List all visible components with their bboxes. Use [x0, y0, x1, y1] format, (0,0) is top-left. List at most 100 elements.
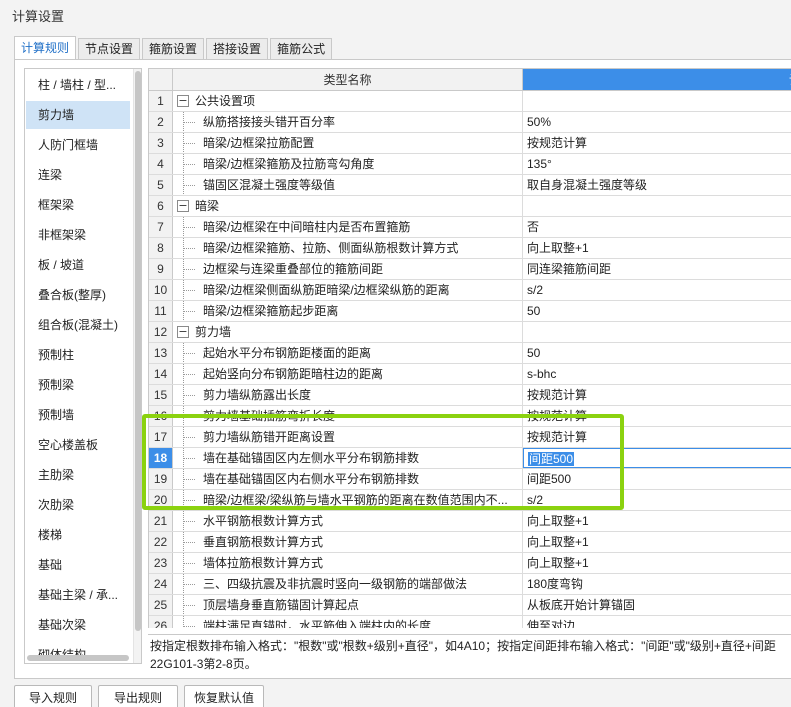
setting-value-cell[interactable]: 向上取整+1 — [523, 532, 791, 552]
row-number[interactable]: 3 — [149, 133, 173, 153]
setting-value-cell[interactable]: 向上取整+1 — [523, 553, 791, 573]
setting-value-cell[interactable]: 50 — [523, 301, 791, 321]
row-number[interactable]: 17 — [149, 427, 173, 447]
row-number[interactable]: 22 — [149, 532, 173, 552]
table-row[interactable]: 14 起始竖向分布钢筋距暗柱边的距离 s-bhc — [149, 364, 791, 385]
table-row[interactable]: 24 三、四级抗震及非抗震时竖向一级钢筋的端部做法 180度弯钩 — [149, 574, 791, 595]
setting-value-cell[interactable] — [523, 196, 791, 216]
value-edit-input[interactable]: 间距500 — [523, 448, 791, 468]
tab-calc-rules[interactable]: 计算规则 — [14, 36, 77, 60]
export-rules-button[interactable]: 导出规则 — [98, 685, 178, 707]
setting-value-cell[interactable]: 间距500 — [523, 469, 791, 489]
table-row[interactable]: 7 暗梁/边框梁在中间暗柱内是否布置箍筋 否 — [149, 217, 791, 238]
sidebar-item-precast-column[interactable]: 预制柱 — [26, 341, 130, 369]
setting-value-cell[interactable]: s/2 — [523, 490, 791, 510]
setting-value-cell[interactable]: 50% — [523, 112, 791, 132]
table-row[interactable]: 18 墙在基础锚固区内左侧水平分布钢筋排数 间距500 — [149, 448, 791, 469]
sidebar-item-foundation-secondary-beam[interactable]: 基础次梁 — [26, 611, 130, 639]
header-setting-value[interactable]: 设 — [523, 69, 791, 91]
sidebar-item-precast-beam[interactable]: 预制梁 — [26, 371, 130, 399]
table-row[interactable]: 1− 公共设置项 — [149, 91, 791, 112]
row-number[interactable]: 23 — [149, 553, 173, 573]
setting-value-cell[interactable]: 向上取整+1 — [523, 511, 791, 531]
setting-value-cell[interactable] — [523, 91, 791, 111]
sidebar-item-civil-defense-door-wall[interactable]: 人防门框墙 — [26, 131, 130, 159]
table-row[interactable]: 5 锚固区混凝土强度等级值 取自身混凝土强度等级 — [149, 175, 791, 196]
tab-stirrup-formula[interactable]: 箍筋公式 — [270, 38, 333, 60]
table-row[interactable]: 16 剪力墙基础插筋弯折长度 按规范计算 — [149, 406, 791, 427]
row-number[interactable]: 25 — [149, 595, 173, 615]
sidebar-item-stair[interactable]: 楼梯 — [26, 521, 130, 549]
table-row[interactable]: 11 暗梁/边框梁箍筋起步距离 50 — [149, 301, 791, 322]
sidebar-item-main-rib-beam[interactable]: 主肋梁 — [26, 461, 130, 489]
table-row[interactable]: 6− 暗梁 — [149, 196, 791, 217]
sidebar-item-secondary-rib-beam[interactable]: 次肋梁 — [26, 491, 130, 519]
sidebar-item-hollow-floor-slab[interactable]: 空心楼盖板 — [26, 431, 130, 459]
header-type-name[interactable]: 类型名称 — [173, 69, 523, 91]
setting-value-cell[interactable]: 同连梁箍筋间距 — [523, 259, 791, 279]
setting-value-cell[interactable]: s/2 — [523, 280, 791, 300]
table-row[interactable]: 9 边框梁与连梁重叠部位的箍筋间距 同连梁箍筋间距 — [149, 259, 791, 280]
table-row[interactable]: 23 墙体拉筋根数计算方式 向上取整+1 — [149, 553, 791, 574]
setting-value-cell[interactable] — [523, 322, 791, 342]
row-number[interactable]: 11 — [149, 301, 173, 321]
table-row[interactable]: 13 起始水平分布钢筋距楼面的距离 50 — [149, 343, 791, 364]
sidebar-item-foundation-main-beam[interactable]: 基础主梁 / 承... — [26, 581, 130, 609]
restore-defaults-button[interactable]: 恢复默认值 — [184, 685, 264, 707]
row-number[interactable]: 1 — [149, 91, 173, 111]
sidebar-item-column[interactable]: 柱 / 墙柱 / 型... — [26, 71, 130, 99]
row-number[interactable]: 15 — [149, 385, 173, 405]
table-row[interactable]: 2 纵筋搭接接头错开百分率 50% — [149, 112, 791, 133]
row-number[interactable]: 13 — [149, 343, 173, 363]
setting-value-cell[interactable]: 180度弯钩 — [523, 574, 791, 594]
setting-value-cell[interactable]: 135° — [523, 154, 791, 174]
row-number[interactable]: 26 — [149, 616, 173, 628]
tab-stirrup-settings[interactable]: 箍筋设置 — [142, 38, 205, 60]
sidebar-vertical-scrollbar[interactable] — [133, 69, 141, 663]
table-row[interactable]: 8 暗梁/边框梁箍筋、拉筋、侧面纵筋根数计算方式 向上取整+1 — [149, 238, 791, 259]
sidebar-item-composite-slab-full[interactable]: 叠合板(整厚) — [26, 281, 130, 309]
table-row[interactable]: 15 剪力墙纵筋露出长度 按规范计算 — [149, 385, 791, 406]
table-row[interactable]: 26 端柱满足直锚时，水平筋伸入端柱内的长度 伸至对边 — [149, 616, 791, 628]
sidebar-item-frame-beam[interactable]: 框架梁 — [26, 191, 130, 219]
table-row[interactable]: 12− 剪力墙 — [149, 322, 791, 343]
import-rules-button[interactable]: 导入规则 — [14, 685, 92, 707]
row-number[interactable]: 5 — [149, 175, 173, 195]
sidebar-item-foundation[interactable]: 基础 — [26, 551, 130, 579]
table-row[interactable]: 17 剪力墙纵筋错开距离设置 按规范计算 — [149, 427, 791, 448]
setting-value-cell[interactable]: s-bhc — [523, 364, 791, 384]
table-row[interactable]: 10 暗梁/边框梁侧面纵筋距暗梁/边框梁纵筋的距离 s/2 — [149, 280, 791, 301]
row-number[interactable]: 6 — [149, 196, 173, 216]
collapse-toggle-icon[interactable]: − — [177, 95, 189, 107]
row-number[interactable]: 21 — [149, 511, 173, 531]
row-number[interactable]: 8 — [149, 238, 173, 258]
setting-value-cell[interactable]: 按规范计算 — [523, 427, 791, 447]
table-row[interactable]: 19 墙在基础锚固区内右侧水平分布钢筋排数 间距500 — [149, 469, 791, 490]
collapse-toggle-icon[interactable]: − — [177, 200, 189, 212]
sidebar-item-coupling-beam[interactable]: 连梁 — [26, 161, 130, 189]
table-row[interactable]: 22 垂直钢筋根数计算方式 向上取整+1 — [149, 532, 791, 553]
row-number[interactable]: 19 — [149, 469, 173, 489]
row-number[interactable]: 4 — [149, 154, 173, 174]
setting-value-cell[interactable]: 50 — [523, 343, 791, 363]
scroll-thumb[interactable] — [135, 71, 141, 631]
tab-node-settings[interactable]: 节点设置 — [78, 38, 141, 60]
setting-value-cell[interactable]: 按规范计算 — [523, 133, 791, 153]
sidebar-item-slab-ramp[interactable]: 板 / 坡道 — [26, 251, 130, 279]
table-row[interactable]: 21 水平钢筋根数计算方式 向上取整+1 — [149, 511, 791, 532]
row-number[interactable]: 14 — [149, 364, 173, 384]
row-number[interactable]: 12 — [149, 322, 173, 342]
row-number[interactable]: 24 — [149, 574, 173, 594]
table-row[interactable]: 3 暗梁/边框梁拉筋配置 按规范计算 — [149, 133, 791, 154]
sidebar-item-composite-slab-concrete[interactable]: 组合板(混凝土) — [26, 311, 130, 339]
row-number[interactable]: 7 — [149, 217, 173, 237]
row-number[interactable]: 2 — [149, 112, 173, 132]
sidebar-item-non-frame-beam[interactable]: 非框架梁 — [26, 221, 130, 249]
row-number[interactable]: 9 — [149, 259, 173, 279]
collapse-toggle-icon[interactable]: − — [177, 326, 189, 338]
table-row[interactable]: 25 顶层墙身垂直筋锚固计算起点 从板底开始计算锚固 — [149, 595, 791, 616]
setting-value-cell[interactable]: 向上取整+1 — [523, 238, 791, 258]
tab-lap-settings[interactable]: 搭接设置 — [206, 38, 269, 60]
table-row[interactable]: 4 暗梁/边框梁箍筋及拉筋弯勾角度 135° — [149, 154, 791, 175]
table-row[interactable]: 20 暗梁/边框梁/梁纵筋与墙水平钢筋的距离在数值范围内不... s/2 — [149, 490, 791, 511]
